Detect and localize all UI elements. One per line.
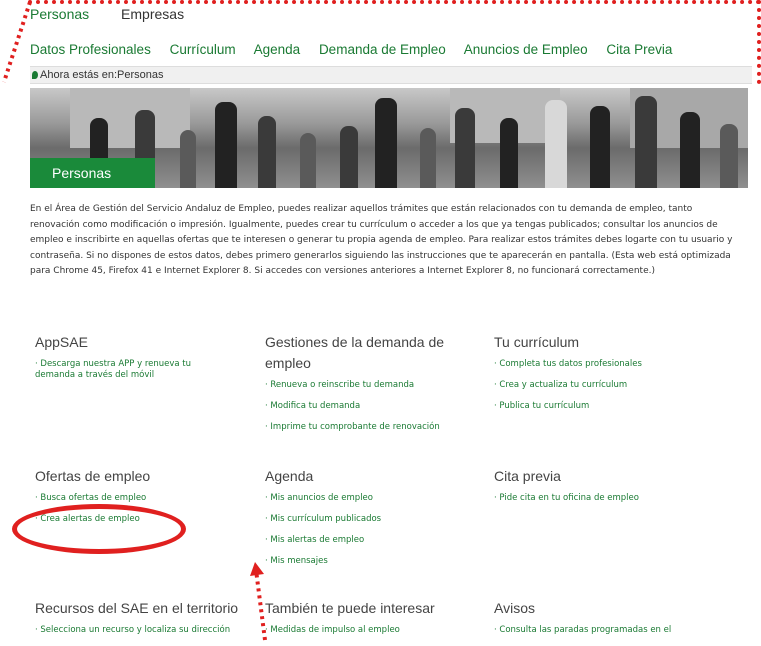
section-tambien-interesar: También te puede interesar Medidas de im… [265,598,475,646]
nav-curriculum[interactable]: Currículum [170,42,236,57]
section-title: Cita previa [494,468,561,484]
link-mis-alertas[interactable]: Mis alertas de empleo [265,535,475,546]
link-mis-anuncios[interactable]: Mis anuncios de empleo [265,493,475,504]
tab-personas[interactable]: Personas [30,6,89,22]
link-modifica-demanda[interactable]: Modifica tu demanda [265,401,465,412]
top-tabs: Personas Empresas [30,6,212,22]
breadcrumb-text: Ahora estás en:Personas [40,69,164,81]
link-selecciona-recurso[interactable]: Selecciona un recurso y localiza su dire… [35,625,245,636]
link-crea-curriculum[interactable]: Crea y actualiza tu currículum [494,380,704,391]
sub-navigation: Datos Profesionales Currículum Agenda De… [30,42,751,57]
section-appsae: AppSAE Descarga nuestra APP y renueva tu… [35,332,210,391]
intro-line: En el Área de Gestión del Servicio Andal… [30,204,693,214]
link-mis-mensajes[interactable]: Mis mensajes [265,556,475,567]
intro-text: En el Área de Gestión del Servicio Andal… [30,202,752,280]
link-descarga-app[interactable]: Descarga nuestra APP y renueva tu demand… [35,359,210,381]
intro-line: para Chrome 45, Firefox 41 e Internet Ex… [30,266,655,277]
intro-line: renovación como modificación o impresión… [30,219,718,230]
link-busca-ofertas[interactable]: Busca ofertas de empleo [35,493,245,504]
section-title: Agenda [265,468,314,484]
section-title: Ofertas de empleo [35,468,151,484]
annotation-dotted-border-right [757,0,761,84]
section-title: Gestiones de la demanda de empleo [265,334,445,371]
section-title: También te puede interesar [265,600,435,616]
annotation-highlight-oval [12,504,186,554]
hero-label: Personas [30,158,155,188]
nav-anuncios-empleo[interactable]: Anuncios de Empleo [464,42,588,57]
nav-agenda[interactable]: Agenda [254,42,301,57]
section-avisos: Avisos Consulta las paradas programadas … [494,598,704,646]
intro-line: empleo e inscribirte en aquellas ofertas… [30,235,733,246]
link-imprime-comprobante[interactable]: Imprime tu comprobante de renovación [265,422,465,433]
link-pide-cita[interactable]: Pide cita en tu oficina de empleo [494,493,704,504]
section-agenda: Agenda Mis anuncios de empleo Mis curríc… [265,466,475,577]
link-medidas-impulso[interactable]: Medidas de impulso al empleo [265,625,475,636]
nav-datos-profesionales[interactable]: Datos Profesionales [30,42,151,57]
breadcrumb: Ahora estás en:Personas [30,66,752,84]
tab-empresas[interactable]: Empresas [121,6,184,22]
section-title: Recursos del SAE en el territorio [35,600,239,616]
nav-demanda-empleo[interactable]: Demanda de Empleo [319,42,446,57]
annotation-dotted-border [28,0,761,4]
section-title: AppSAE [35,334,88,350]
link-renueva-demanda[interactable]: Renueva o reinscribe tu demanda [265,380,465,391]
section-curriculum: Tu currículum Completa tus datos profesi… [494,332,704,422]
annotation-arrow-icon [250,562,267,641]
link-completa-datos[interactable]: Completa tus datos profesionales [494,359,704,370]
section-title: Tu currículum [494,334,580,350]
link-consulta-paradas[interactable]: Consulta las paradas programadas en el [494,625,704,636]
link-publica-curriculum[interactable]: Publica tu currículum [494,401,704,412]
section-recursos-sae: Recursos del SAE en el territorio Selecc… [35,598,245,646]
location-pin-icon [32,71,38,79]
section-cita-previa: Cita previa Pide cita en tu oficina de e… [494,466,704,514]
intro-line: contraseña. Si no dispones de estos dato… [30,250,731,261]
section-gestiones-demanda: Gestiones de la demanda de empleo Renuev… [265,332,465,443]
link-mis-curriculum[interactable]: Mis currículum publicados [265,514,475,525]
section-title: Avisos [494,600,535,616]
nav-cita-previa[interactable]: Cita Previa [606,42,672,57]
